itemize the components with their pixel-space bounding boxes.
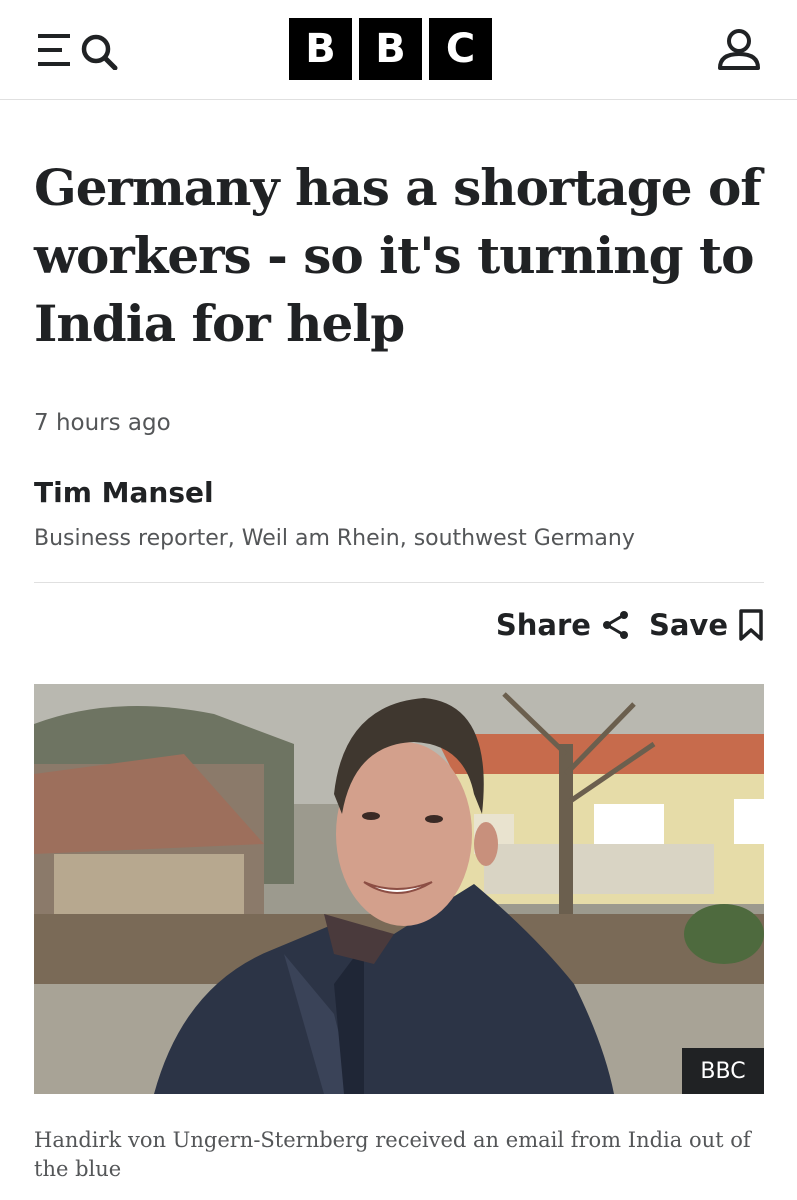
article-headline: Germany has a shortage of workers - so i… <box>34 158 762 353</box>
article-actions: Share Save <box>496 608 764 642</box>
account-button[interactable] <box>716 28 762 72</box>
logo-letter: C <box>429 18 492 80</box>
byline-divider <box>34 582 764 583</box>
article-timestamp: 7 hours ago <box>34 410 171 436</box>
portrait-photo <box>34 684 764 1094</box>
save-label: Save <box>648 608 728 642</box>
logo-letter: B <box>289 18 352 80</box>
article-image: BBC <box>34 684 764 1094</box>
menu-search-button[interactable] <box>36 30 120 71</box>
image-caption: Handirk von Ungern-Sternberg received an… <box>34 1128 751 1181</box>
top-navigation-bar: B B C <box>0 0 797 100</box>
account-icon <box>718 29 760 70</box>
share-label: Share <box>495 608 591 642</box>
share-icon <box>602 611 628 639</box>
author-name[interactable]: Tim Mansel <box>34 476 214 509</box>
image-credit-badge: BBC <box>682 1048 764 1094</box>
save-button[interactable]: Save <box>649 608 764 642</box>
search-icon <box>81 34 118 71</box>
bbc-logo[interactable]: B B C <box>289 18 492 80</box>
logo-letter: B <box>359 18 422 80</box>
author-role: Business reporter, Weil am Rhein, southw… <box>34 526 635 551</box>
menu-icon <box>38 34 118 71</box>
bookmark-icon <box>739 609 763 641</box>
share-button[interactable]: Share <box>496 608 631 642</box>
